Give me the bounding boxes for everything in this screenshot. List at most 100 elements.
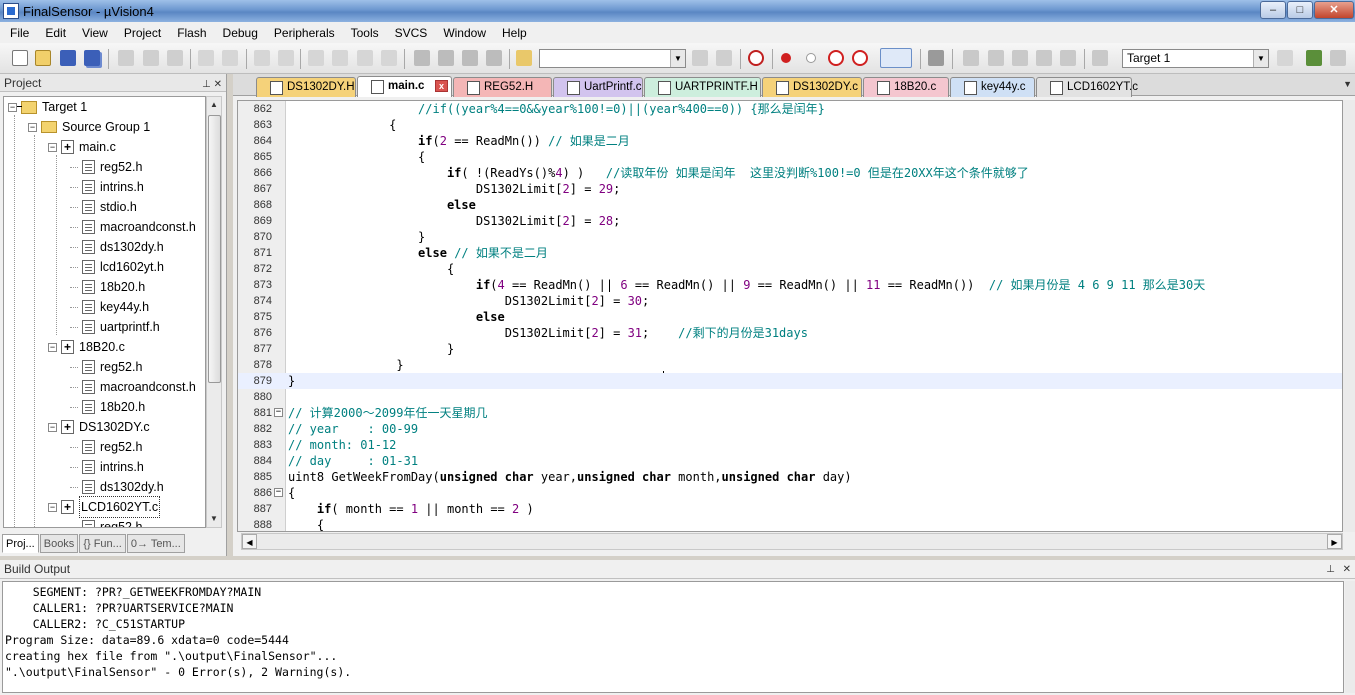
code-editor[interactable]: 862 //if((year%4==0&&year%100!=0)||(year…: [237, 100, 1343, 532]
tree-item[interactable]: 18b20.h: [70, 397, 145, 417]
tree-item[interactable]: macroandconst.h: [70, 377, 196, 397]
editor-tab[interactable]: REG52.H: [453, 77, 552, 97]
cut-icon[interactable]: [118, 50, 134, 66]
fold-icon[interactable]: −: [274, 408, 283, 417]
save-icon[interactable]: [60, 50, 76, 66]
breakpoint-icon[interactable]: [781, 53, 791, 63]
tree-item[interactable]: − main.c: [48, 137, 116, 157]
tree-item[interactable]: key44y.h: [70, 297, 149, 317]
incremental-find-icon[interactable]: [716, 50, 732, 66]
next-bookmark-icon[interactable]: [357, 50, 373, 66]
copy-icon[interactable]: [143, 50, 159, 66]
rebuild-icon[interactable]: [1012, 50, 1028, 66]
tree-item[interactable]: − Target 1: [8, 97, 87, 117]
scroll-left-icon[interactable]: ◀: [242, 534, 257, 549]
find-in-files-icon[interactable]: [516, 50, 532, 66]
scroll-down-icon[interactable]: ▼: [207, 511, 221, 527]
editor-tab[interactable]: LCD1602YT.c: [1036, 77, 1138, 97]
translate-icon[interactable]: [963, 50, 979, 66]
menu-debug[interactable]: Debug: [215, 23, 266, 43]
maximize-button[interactable]: □: [1287, 1, 1313, 19]
project-tab[interactable]: Books: [39, 534, 79, 553]
undo-icon[interactable]: [198, 50, 214, 66]
tab-list-icon[interactable]: ▼: [1343, 79, 1352, 89]
window-select-icon[interactable]: [880, 48, 912, 68]
code-vertical-scrollbar[interactable]: [1343, 100, 1355, 532]
tree-item[interactable]: ds1302dy.h: [70, 237, 164, 257]
kill-all-breakpoints-icon[interactable]: [852, 50, 868, 66]
comment-icon[interactable]: [462, 50, 478, 66]
collapse-icon[interactable]: −: [8, 102, 17, 112]
collapse-icon[interactable]: −: [48, 342, 57, 352]
tree-item[interactable]: stdio.h: [70, 197, 137, 217]
tree-item[interactable]: reg52.h: [70, 357, 142, 377]
target-options-icon[interactable]: [1277, 50, 1293, 66]
tree-item[interactable]: reg52.h: [70, 517, 142, 527]
tree-item[interactable]: 18b20.h: [70, 277, 145, 297]
target-select[interactable]: Target 1 ▼: [1122, 49, 1269, 68]
editor-tab[interactable]: DS1302DY.c: [762, 77, 862, 97]
editor-tab[interactable]: main.c x: [357, 76, 452, 97]
project-tab[interactable]: {} Fun...: [79, 534, 126, 553]
redo-icon[interactable]: [222, 50, 238, 66]
chevron-down-icon[interactable]: ▼: [670, 50, 685, 67]
configure-icon[interactable]: [928, 50, 944, 66]
debug-session-icon[interactable]: [748, 50, 764, 66]
menu-project[interactable]: Project: [116, 23, 169, 43]
save-all-icon[interactable]: [84, 50, 100, 66]
minimize-button[interactable]: –: [1260, 1, 1286, 19]
menu-flash[interactable]: Flash: [169, 23, 214, 43]
collapse-icon[interactable]: −: [48, 142, 57, 152]
tree-item[interactable]: reg52.h: [70, 437, 142, 457]
bookmark-icon[interactable]: [308, 50, 324, 66]
manage-books-icon[interactable]: [1330, 50, 1346, 66]
prev-bookmark-icon[interactable]: [332, 50, 348, 66]
paste-icon[interactable]: [167, 50, 183, 66]
fold-icon[interactable]: −: [274, 488, 283, 497]
nav-back-icon[interactable]: [254, 50, 270, 66]
tree-item[interactable]: − LCD1602YT.c: [48, 496, 161, 518]
editor-tab[interactable]: UARTPRINTF.H: [644, 77, 761, 97]
close-icon[interactable]: ✕: [1343, 560, 1351, 579]
scroll-thumb[interactable]: [208, 115, 221, 383]
editor-tab[interactable]: DS1302DY.H: [256, 77, 356, 97]
editor-tab[interactable]: key44y.c: [950, 77, 1035, 97]
collapse-icon[interactable]: −: [48, 422, 57, 432]
tree-item[interactable]: − Source Group 1: [28, 117, 150, 137]
editor-tab[interactable]: 18B20.c: [863, 77, 949, 97]
menu-edit[interactable]: Edit: [37, 23, 74, 43]
panel-pin-close-icon[interactable]: ⊥ ✕: [202, 76, 222, 94]
editor-tab[interactable]: UartPrintf.c: [553, 77, 643, 97]
menu-tools[interactable]: Tools: [343, 23, 387, 43]
menu-help[interactable]: Help: [494, 23, 535, 43]
tree-item[interactable]: intrins.h: [70, 457, 144, 477]
batch-build-icon[interactable]: [1036, 50, 1052, 66]
open-folder-icon[interactable]: [35, 50, 51, 66]
nav-forward-icon[interactable]: [278, 50, 294, 66]
unindent-icon[interactable]: [438, 50, 454, 66]
stop-build-icon[interactable]: [1060, 50, 1076, 66]
menu-svcs[interactable]: SVCS: [387, 23, 436, 43]
tree-item[interactable]: ds1302dy.h: [70, 477, 164, 497]
menu-peripherals[interactable]: Peripherals: [266, 23, 343, 43]
disable-breakpoint-icon[interactable]: [806, 53, 816, 63]
build-output-text[interactable]: SEGMENT: ?PR?_GETWEEKFROMDAY?MAIN CALLER…: [2, 581, 1344, 693]
chevron-down-icon[interactable]: ▼: [1253, 50, 1268, 67]
scroll-up-icon[interactable]: ▲: [207, 97, 221, 113]
new-file-icon[interactable]: [12, 50, 28, 66]
uncomment-icon[interactable]: [486, 50, 502, 66]
tree-item[interactable]: reg52.h: [70, 157, 142, 177]
tree-item[interactable]: macroandconst.h: [70, 217, 196, 237]
load-icon[interactable]: [1092, 50, 1108, 66]
kill-breakpoints-icon[interactable]: [828, 50, 844, 66]
find-combo[interactable]: ▼: [539, 49, 686, 68]
project-tab[interactable]: 0→ Tem...: [126, 534, 185, 553]
build-output-scrollbar[interactable]: [1345, 581, 1355, 693]
file-extensions-icon[interactable]: [1306, 50, 1322, 66]
code-horizontal-scrollbar[interactable]: ◀ ▶: [241, 533, 1343, 550]
tree-item[interactable]: lcd1602yt.h: [70, 257, 164, 277]
tree-item[interactable]: − 18B20.c: [48, 337, 125, 357]
close-tab-icon[interactable]: x: [435, 80, 448, 92]
tree-item[interactable]: − DS1302DY.c: [48, 417, 150, 437]
menu-window[interactable]: Window: [435, 23, 494, 43]
